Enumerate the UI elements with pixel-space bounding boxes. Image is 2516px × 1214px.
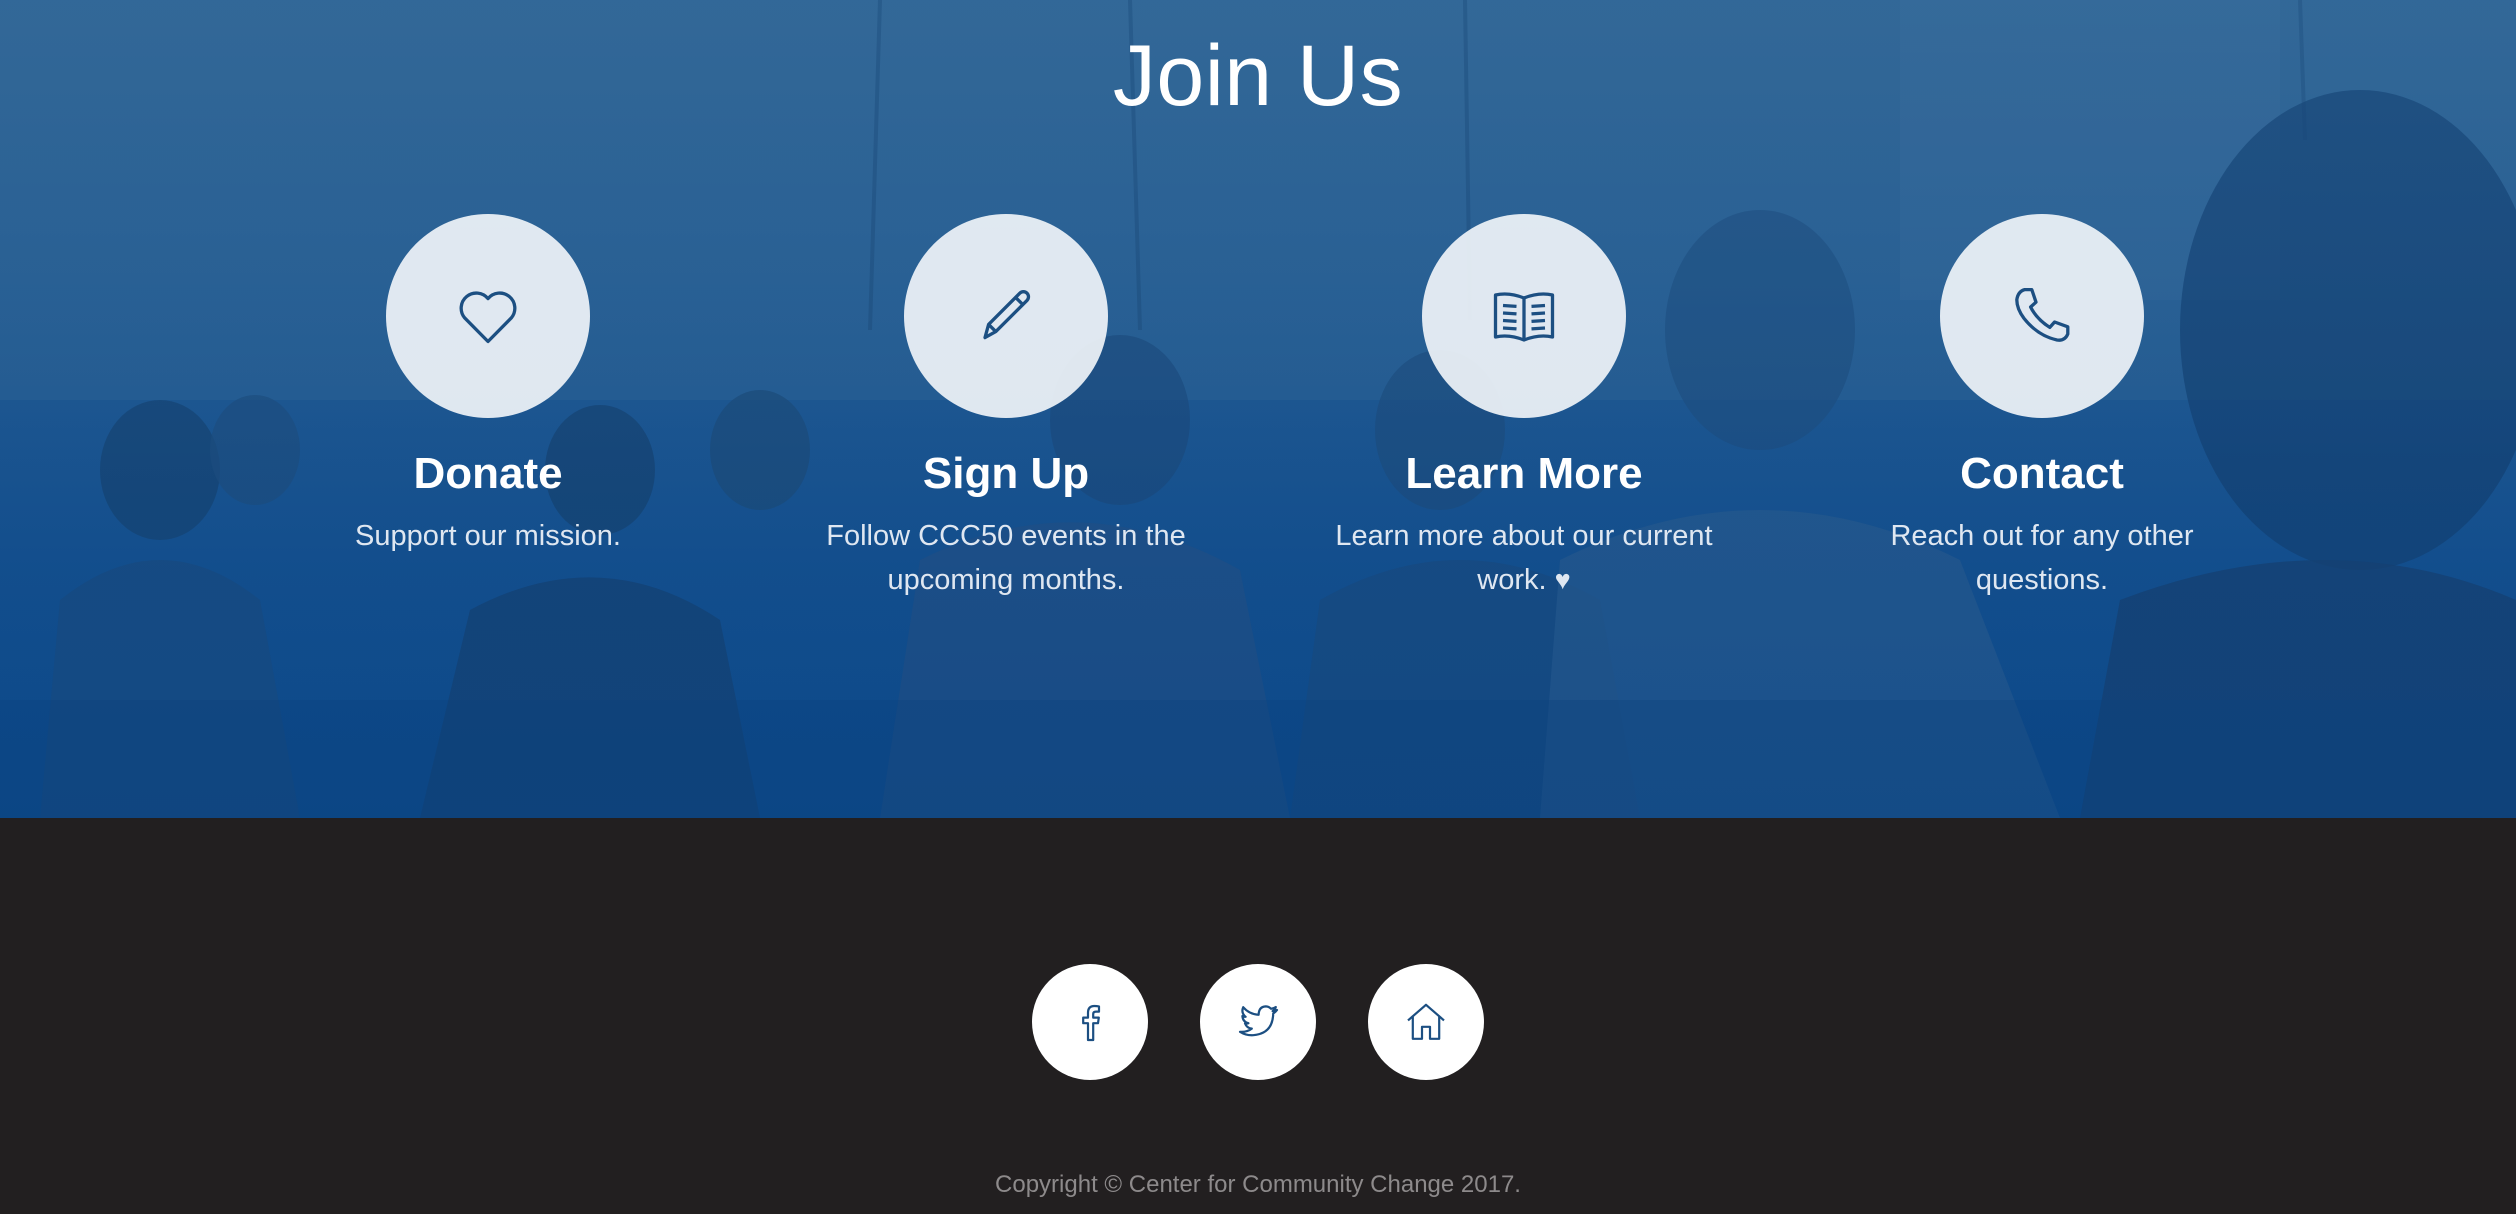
footer: Copyright © Center for Community Change … [0,818,2516,1214]
card-description: Reach out for any other questions. [1890,520,2194,596]
book-icon [1493,292,1555,342]
facebook-icon [1082,1004,1101,1042]
card-title: Learn More [1405,449,1643,498]
learn-more-card[interactable]: Learn More Learn more about our current … [1314,214,1734,602]
facebook-link[interactable] [1032,964,1148,1080]
card-description-wrapper: Learn more about our current work. ♥ [1314,514,1734,602]
donate-button[interactable] [386,214,590,418]
contact-card[interactable]: Contact Reach out for any other question… [1832,214,2252,602]
card-title: Donate [413,449,563,498]
card-description: Learn more about our current work. [1335,520,1713,596]
sign-up-button[interactable] [904,214,1108,418]
card-title: Contact [1960,449,2124,498]
donate-card[interactable]: Donate Support our mission. [278,214,698,558]
contact-button[interactable] [1940,214,2144,418]
twitter-link[interactable] [1200,964,1316,1080]
section-title: Join Us [1112,28,1404,124]
social-links [0,964,2516,1080]
learn-more-button[interactable] [1422,214,1626,418]
join-us-section: Join Us Donate Support our mission. Sign… [0,0,2516,818]
home-icon [1407,1003,1445,1040]
small-heart-icon: ♥ [1554,565,1571,595]
heart-icon [459,291,517,344]
sign-up-card[interactable]: Sign Up Follow CCC50 events in the upcom… [796,214,1216,602]
card-description: Support our mission. [355,520,621,552]
copyright-text: Copyright © Center for Community Change … [995,1171,1521,1198]
home-link[interactable] [1368,964,1484,1080]
card-description: Follow CCC50 events in the upcoming mont… [826,520,1186,596]
twitter-icon [1238,1005,1279,1037]
pencil-icon [983,290,1031,340]
phone-icon [2015,287,2070,342]
card-title: Sign Up [922,449,1090,498]
